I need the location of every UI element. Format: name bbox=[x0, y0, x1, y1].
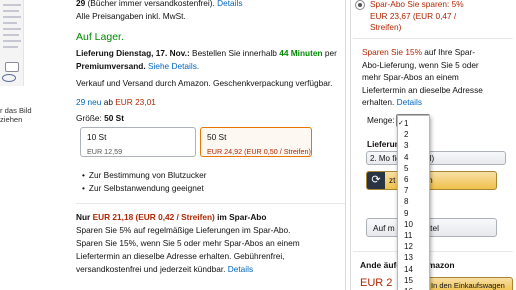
size-label-line: Größe: 50 St bbox=[76, 113, 124, 123]
spar-abo-text: Sparen Sie 5% auf regelmäßige Lieferunge… bbox=[76, 225, 291, 235]
buybox-spar-price: EUR 23,67 (EUR 0,47 / bbox=[370, 11, 457, 21]
quantity-option[interactable]: 10 bbox=[398, 219, 429, 230]
buybox-info-highlight: Sparen Sie 15% bbox=[362, 47, 422, 57]
quantity-option[interactable]: 6 bbox=[398, 174, 429, 185]
delivery-frequency-select[interactable]: 2. Mo figste Wahl) bbox=[366, 151, 506, 165]
brand-logo bbox=[2, 74, 16, 82]
premium-shipping: Premiumversand. bbox=[76, 61, 146, 71]
activate-subscription-button[interactable]: ⟳ zt aktivieren bbox=[366, 171, 497, 190]
refresh-icon: ⟳ bbox=[367, 172, 385, 189]
new-offers-link[interactable]: 29 neu bbox=[76, 97, 101, 107]
sold-by-info: Verkauf und Versand durch Amazon. Gesche… bbox=[76, 78, 333, 88]
add-to-cart-button[interactable]: In den Einkaufswagen bbox=[425, 277, 513, 290]
quantity-option[interactable]: 15 bbox=[398, 275, 429, 286]
availability-status: Auf Lager. bbox=[76, 31, 124, 43]
buybox-info-text: Abo-Lieferung, wenn Sie 5 oder bbox=[362, 60, 479, 70]
premium-shipping-line: Premiumversand. Siehe Details. bbox=[76, 61, 199, 71]
delivery-order-within: Bestellen Sie innerhalb bbox=[192, 48, 277, 58]
divider bbox=[353, 251, 513, 252]
size-option-title: 10 St bbox=[87, 132, 107, 142]
delivery-countdown: 44 Minuten bbox=[279, 48, 323, 58]
image-drag-hint: r das Bild ziehen bbox=[0, 106, 32, 124]
book-count: 29 bbox=[76, 0, 86, 8]
delivery-date: Lieferung Dienstag, 17. Nov.: bbox=[76, 48, 190, 58]
spar-abo-radio[interactable] bbox=[355, 0, 365, 10]
quantity-option[interactable]: 16 bbox=[398, 286, 429, 290]
feature-bullet: Zur Bestimmung von Blutzucker bbox=[82, 170, 207, 180]
book-details-link[interactable]: Details bbox=[217, 0, 242, 8]
book-offer-line: 29 (Bücher immer versandkostenfrei). Det… bbox=[76, 0, 243, 8]
new-offers-price: EUR 23,01 bbox=[115, 97, 156, 107]
add-to-wishlist-button[interactable]: Auf m unschzettel bbox=[366, 218, 497, 237]
quantity-option[interactable]: 7 bbox=[398, 185, 429, 196]
quantity-option[interactable]: 11 bbox=[398, 230, 429, 241]
spar-abo-details-link[interactable]: Details bbox=[228, 264, 253, 274]
size-option-10[interactable]: 10 St EUR 12,59 bbox=[80, 127, 196, 157]
buybox-info-text: auf Ihre Spar- bbox=[424, 47, 476, 57]
quantity-option[interactable]: 3 bbox=[398, 140, 429, 151]
book-offer-text: (Bücher immer versandkostenfrei). bbox=[87, 0, 215, 8]
spar-abo-suffix: im Spar-Abo bbox=[217, 212, 267, 222]
buybox-info-text: mehr Spar-Abos an einem bbox=[362, 72, 459, 82]
size-option-price: EUR 12,59 bbox=[87, 147, 123, 156]
quantity-option[interactable]: 8 bbox=[398, 196, 429, 207]
quantity-option[interactable]: 12 bbox=[398, 241, 429, 252]
delivery-info: Lieferung Dienstag, 17. Nov.: Bestellen … bbox=[76, 48, 337, 58]
add-to-cart-label: In den Einkaufswagen bbox=[431, 281, 505, 290]
product-package-icon bbox=[5, 62, 19, 72]
spar-abo-title: Nur EUR 21,18 (EUR 0,42 / Streifen) im S… bbox=[76, 212, 266, 222]
spar-abo-price: EUR 21,18 (EUR 0,42 / Streifen) bbox=[92, 212, 215, 222]
other-seller-price: EUR 2 bbox=[360, 277, 393, 289]
new-offers-line: 29 neu ab EUR 23,01 bbox=[76, 97, 156, 107]
quantity-option[interactable]: 5 bbox=[398, 163, 429, 174]
product-image-thumbnail[interactable] bbox=[0, 0, 24, 86]
quantity-option[interactable]: 2 bbox=[398, 129, 429, 140]
quantity-label: Menge: bbox=[367, 115, 395, 125]
feature-bullet: Zur Selbstanwendung geeignet bbox=[82, 183, 204, 193]
quantity-dropdown-list[interactable]: 12345678910111213141516 bbox=[397, 115, 430, 290]
buybox-info-text: Liefertermin an dieselbe Adresse bbox=[362, 85, 483, 95]
spar-abo-last-line: versandkostenfrei und jederzeit kündbar.… bbox=[76, 264, 253, 274]
new-offers-ab: ab bbox=[103, 97, 113, 107]
size-option-title: 50 St bbox=[207, 132, 227, 142]
divider bbox=[353, 38, 513, 39]
spar-abo-nur: Nur bbox=[76, 212, 91, 222]
buybox-info-text: erhalten. bbox=[362, 97, 395, 107]
delivery-per: per bbox=[324, 48, 337, 58]
buybox-spar-price-cont: Streifen) bbox=[370, 22, 402, 32]
buybox-details-link[interactable]: Details bbox=[397, 97, 422, 107]
quantity-option[interactable]: 14 bbox=[398, 264, 429, 275]
quantity-option[interactable]: 1 bbox=[398, 118, 429, 129]
spar-abo-text: Liefertermin an dieselbe Adresse erhalte… bbox=[76, 251, 285, 261]
buybox-spar-header: Spar-Abo Sie sparen: 5% bbox=[370, 0, 464, 9]
size-option-price: EUR 24,92 (EUR 0,50 / Streifen) bbox=[207, 147, 311, 156]
spar-abo-text: Sparen Sie 15%, wenn Sie 5 oder mehr Spa… bbox=[76, 238, 300, 248]
buybox-info-last: erhalten. Details bbox=[362, 97, 422, 107]
price-note: Alle Preisangaben inkl. MwSt. bbox=[76, 11, 186, 21]
divider bbox=[76, 203, 346, 204]
quantity-option[interactable]: 9 bbox=[398, 208, 429, 219]
size-label: Größe: bbox=[76, 113, 102, 123]
size-option-50[interactable]: 50 St EUR 24,92 (EUR 0,50 / Streifen) bbox=[200, 127, 312, 157]
size-selected-value: 50 St bbox=[104, 113, 124, 123]
buybox-info-line: Sparen Sie 15% auf Ihre Spar- bbox=[362, 47, 475, 57]
quantity-option[interactable]: 13 bbox=[398, 252, 429, 263]
spar-abo-text: versandkostenfrei und jederzeit kündbar. bbox=[76, 264, 226, 274]
delivery-details-link[interactable]: Siehe Details. bbox=[148, 61, 199, 71]
quantity-option[interactable]: 4 bbox=[398, 152, 429, 163]
